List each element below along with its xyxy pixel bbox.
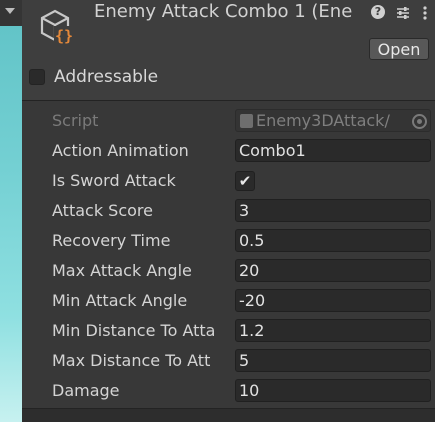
min-distance-row: Min Distance To Atta 1.2 [22, 316, 435, 346]
svg-text:{}: {} [55, 27, 73, 45]
max-distance-row: Max Distance To Att 5 [22, 346, 435, 376]
recovery-time-field[interactable]: 0.5 [235, 229, 431, 252]
action-animation-field[interactable]: Combo1 [235, 139, 431, 162]
scriptable-object-icon: {} [40, 9, 74, 45]
action-animation-label: Action Animation [52, 141, 189, 160]
scene-strip-header [0, 0, 23, 26]
script-row: Script Enemy3DAttack/ [22, 106, 435, 136]
help-icon[interactable]: ? [371, 5, 385, 19]
is-sword-attack-row: Is Sword Attack ✔ [22, 166, 435, 196]
dropdown-arrow-icon[interactable] [5, 8, 15, 14]
script-file-icon [240, 114, 253, 128]
open-button[interactable]: Open [369, 38, 429, 60]
max-distance-label: Max Distance To Att [52, 351, 211, 370]
is-sword-attack-checkbox[interactable]: ✔ [235, 171, 255, 191]
attack-score-row: Attack Score 3 [22, 196, 435, 226]
action-animation-row: Action Animation Combo1 [22, 136, 435, 166]
recovery-time-label: Recovery Time [52, 231, 171, 250]
object-title: Enemy Attack Combo 1 (Ene [94, 1, 353, 22]
damage-field[interactable]: 10 [235, 379, 431, 402]
unity-editor-window: {} Enemy Attack Combo 1 (Ene ? Open Addr… [0, 0, 435, 422]
min-attack-angle-row: Min Attack Angle -20 [22, 286, 435, 316]
recovery-time-row: Recovery Time 0.5 [22, 226, 435, 256]
panel-bottom-divider [22, 408, 435, 422]
script-value: Enemy3DAttack/ [256, 111, 390, 130]
min-distance-field[interactable]: 1.2 [235, 319, 431, 342]
addressable-label: Addressable [54, 67, 159, 87]
max-attack-angle-row: Max Attack Angle 20 [22, 256, 435, 286]
preset-icon[interactable] [395, 5, 411, 21]
script-label: Script [52, 111, 99, 130]
min-attack-angle-label: Min Attack Angle [52, 291, 188, 310]
max-attack-angle-field[interactable]: 20 [235, 259, 431, 282]
max-attack-angle-label: Max Attack Angle [52, 261, 192, 280]
object-picker-icon [412, 114, 427, 129]
script-field: Enemy3DAttack/ [235, 109, 431, 132]
min-attack-angle-field[interactable]: -20 [235, 289, 431, 312]
inspector-panel: {} Enemy Attack Combo 1 (Ene ? Open Addr… [22, 0, 435, 422]
addressable-checkbox[interactable] [29, 69, 45, 85]
inspector-header: {} Enemy Attack Combo 1 (Ene ? Open Addr… [22, 0, 435, 101]
is-sword-attack-label: Is Sword Attack [52, 171, 176, 190]
damage-row: Damage 10 [22, 376, 435, 406]
max-distance-field[interactable]: 5 [235, 349, 431, 372]
scene-view-strip [0, 0, 23, 422]
attack-score-field[interactable]: 3 [235, 199, 431, 222]
more-options-icon[interactable] [417, 5, 433, 21]
attack-score-label: Attack Score [52, 201, 153, 220]
damage-label: Damage [52, 381, 120, 400]
min-distance-label: Min Distance To Atta [52, 321, 216, 340]
